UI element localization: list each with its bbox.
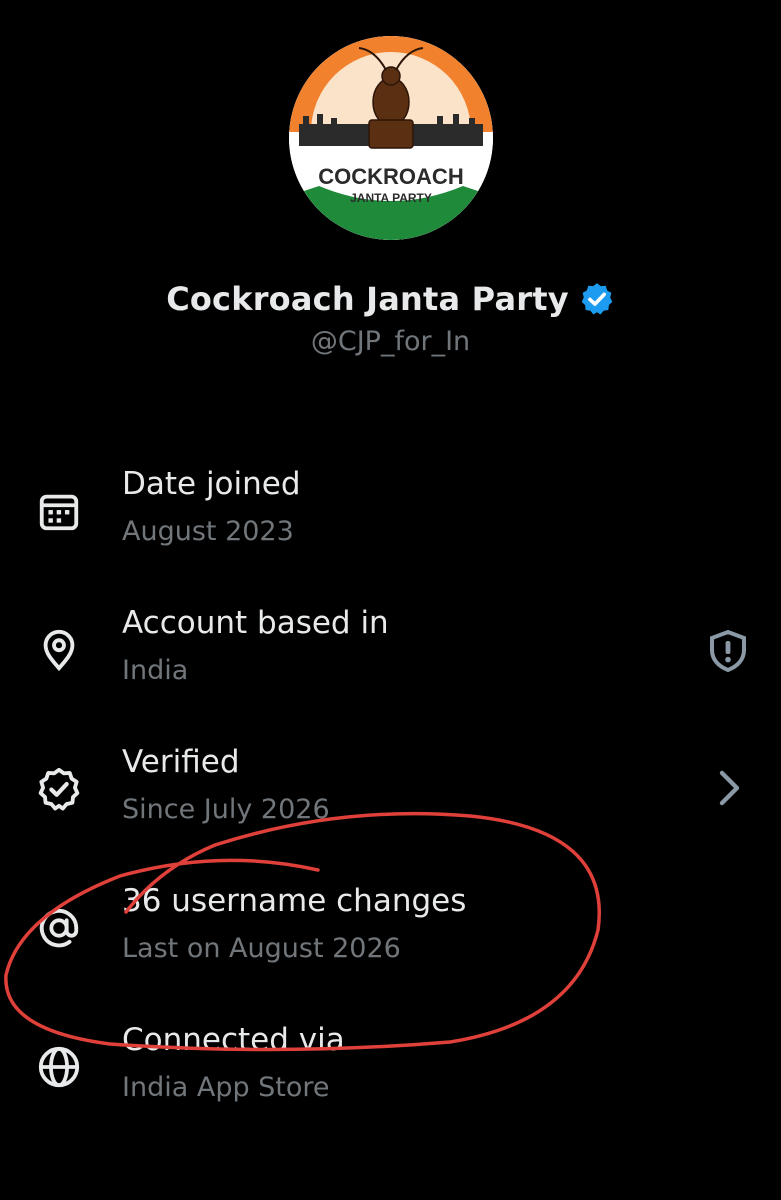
display-name: Cockroach Janta Party	[166, 280, 569, 318]
avatar-wordmark: COCKROACH	[318, 164, 463, 189]
username-changes-value: Last on August 2026	[122, 933, 401, 964]
row-connected-via: Connected via India App Store	[0, 1022, 781, 1132]
verified-badge-icon	[581, 283, 613, 315]
date-joined-title: Date joined	[122, 466, 301, 502]
chevron-right-icon[interactable]	[704, 764, 752, 812]
account-based-in-value: India	[122, 655, 189, 686]
verified-seal-icon	[38, 767, 80, 811]
row-account-based-in: Account based in India	[0, 605, 781, 715]
shield-alert-icon[interactable]	[704, 627, 752, 675]
globe-icon	[38, 1046, 80, 1088]
username-changes-title: 36 username changes	[122, 883, 467, 919]
verified-title: Verified	[122, 744, 240, 780]
connected-via-title: Connected via	[122, 1022, 345, 1058]
avatar-subtitle: JANTA PARTY	[350, 191, 432, 205]
row-username-changes: 36 username changes Last on August 2026	[0, 883, 781, 993]
account-based-in-title: Account based in	[122, 605, 389, 641]
connected-via-value: India App Store	[122, 1072, 330, 1103]
location-pin-icon	[43, 629, 75, 672]
profile-name-row: Cockroach Janta Party	[0, 280, 781, 318]
at-sign-icon	[39, 908, 79, 948]
profile-avatar[interactable]: COCKROACH JANTA PARTY	[289, 36, 493, 240]
date-joined-value: August 2023	[122, 516, 294, 547]
profile-handle[interactable]: @CJP_for_In	[0, 326, 781, 357]
row-date-joined: Date joined August 2023	[0, 466, 781, 576]
calendar-icon	[39, 494, 79, 531]
verified-value: Since July 2026	[122, 794, 330, 825]
row-verified[interactable]: Verified Since July 2026	[0, 744, 781, 854]
